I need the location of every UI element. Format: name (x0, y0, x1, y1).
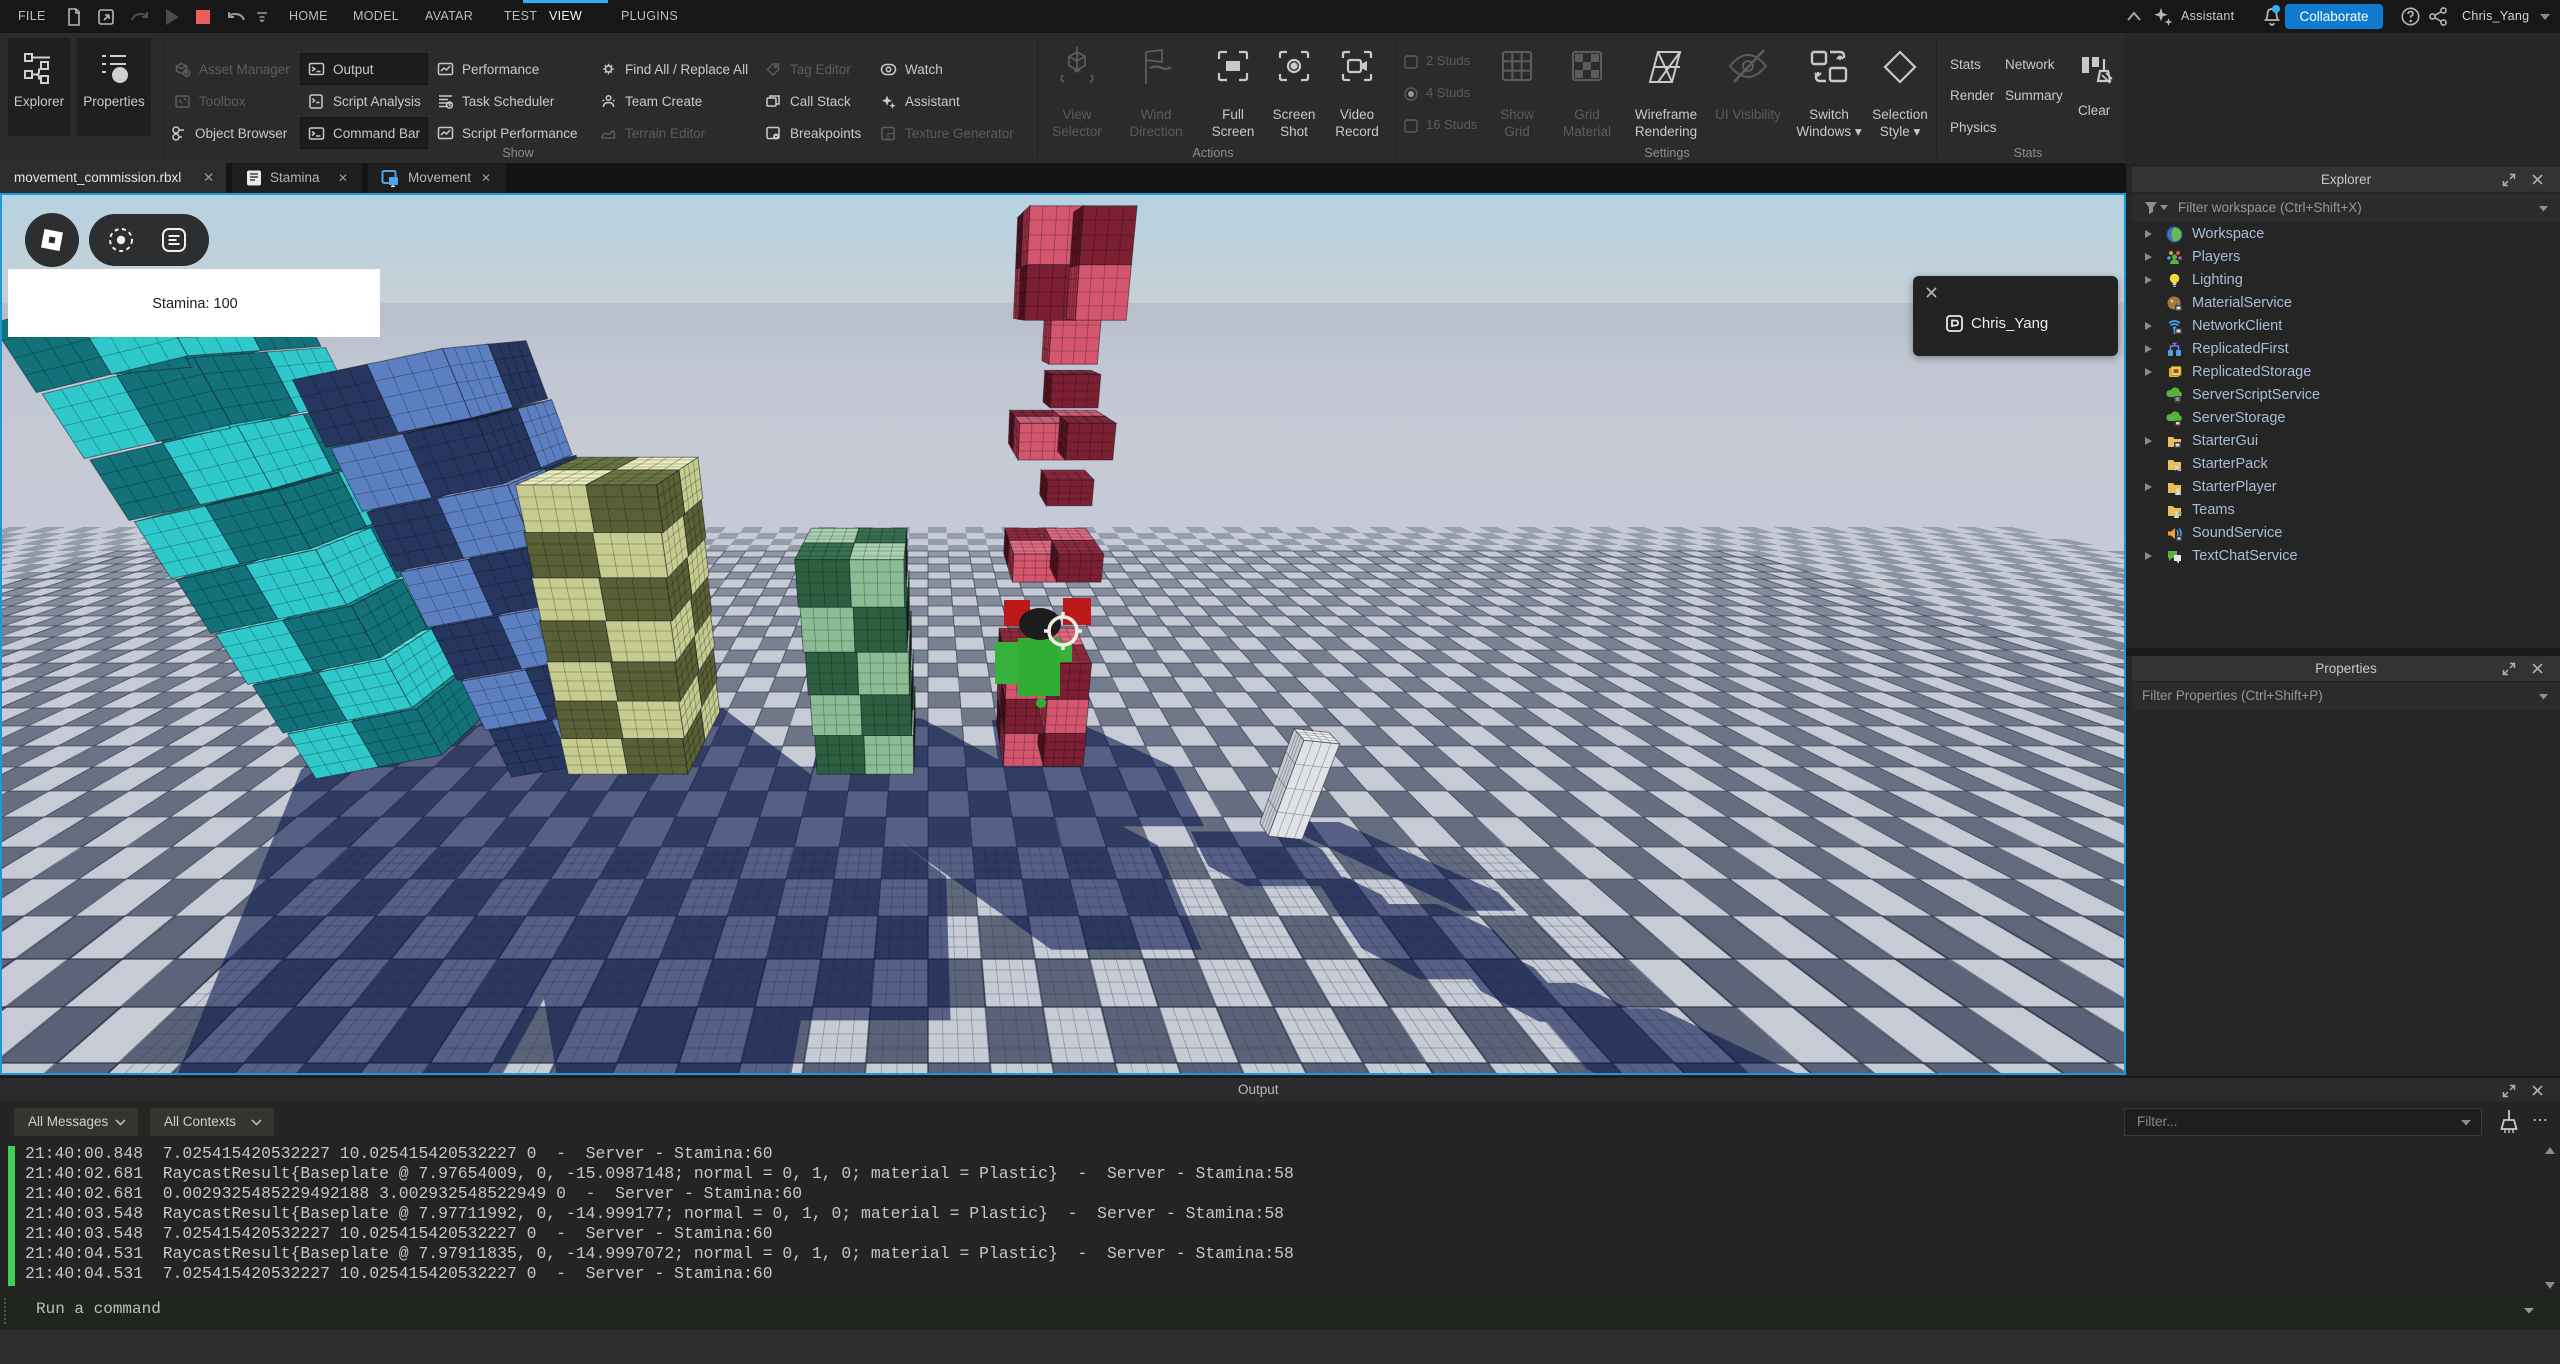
svg-text:i: i (118, 68, 122, 83)
